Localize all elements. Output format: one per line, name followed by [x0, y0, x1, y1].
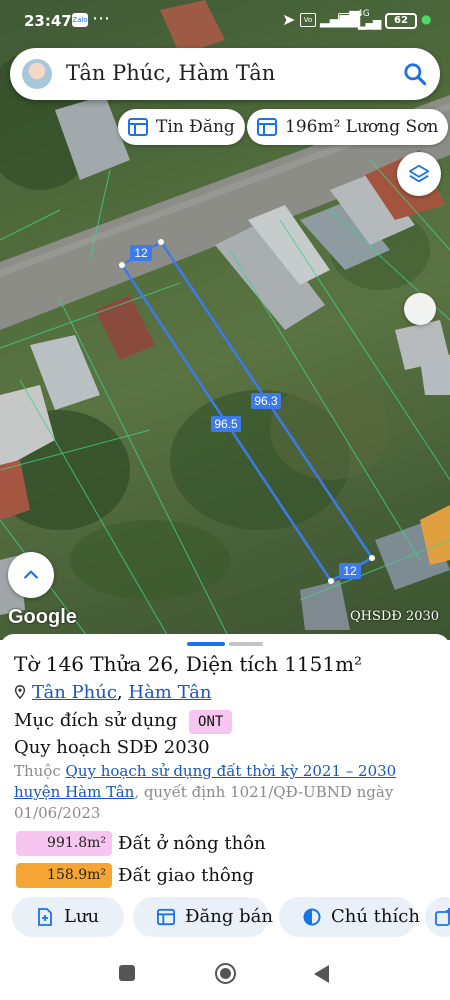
floating-handle-button[interactable]: [404, 293, 436, 325]
sheet-page-indicator[interactable]: [229, 642, 263, 646]
legend-button[interactable]: Chú thích: [279, 897, 420, 937]
location-icon: ➤: [282, 10, 296, 29]
chip-tin-dang[interactable]: Tin Đăng: [118, 109, 245, 145]
commune-link[interactable]: Tân Phúc: [32, 682, 117, 703]
layers-icon: [408, 164, 430, 183]
contrast-icon: [303, 908, 321, 926]
list-icon: [157, 908, 175, 926]
district-link[interactable]: Hàm Tân: [128, 682, 211, 703]
land-use-area: 158.9m²: [16, 863, 112, 888]
parcel-info-sheet: Tờ 146 Thửa 26, Diện tích 1151m² Tân Phú…: [0, 634, 450, 934]
location-row: Tân Phúc, Hàm Tân: [14, 682, 211, 703]
plan-prefix: Thuộc: [14, 762, 66, 780]
save-label: Lưu: [64, 906, 100, 927]
legend-label: Chú thích: [331, 906, 420, 927]
charging-icon: ●: [421, 12, 432, 26]
location-pin-icon: [14, 685, 26, 699]
chip-listing[interactable]: 196m² Lương Sơn: [247, 109, 449, 145]
parcel-title: Tờ 146 Thửa 26, Diện tích 1151m²: [14, 652, 363, 676]
edge-label-left: 96.5: [214, 417, 238, 431]
land-use-row: 991.8m² Đất ở nông thôn: [16, 831, 266, 856]
signal-icon: ▂▄▆: [358, 17, 381, 30]
avatar[interactable]: [22, 59, 52, 89]
edge-label-bottom: 12: [343, 564, 357, 578]
plan-description: Thuộc Quy hoạch sử dụng đất thời kỳ 2021…: [14, 761, 434, 824]
land-use-label: Đất giao thông: [118, 865, 254, 886]
battery-icon: 62: [385, 13, 417, 29]
back-icon[interactable]: [314, 965, 329, 983]
search-bar[interactable]: Tân Phúc, Hàm Tân: [10, 48, 440, 100]
more-icon: ⋯: [92, 8, 110, 29]
search-icon[interactable]: [402, 61, 428, 87]
expand-up-button[interactable]: [8, 552, 54, 598]
system-nav-bar: [0, 948, 450, 1000]
save-button[interactable]: Lưu: [12, 897, 124, 937]
search-input[interactable]: Tân Phúc, Hàm Tân: [66, 61, 275, 85]
bookmark-add-icon: [38, 908, 52, 926]
land-use-label: Đất ở nông thôn: [118, 833, 266, 854]
list-icon: [257, 118, 277, 136]
add-photo-icon: [435, 908, 450, 926]
google-attribution: Google: [8, 606, 77, 628]
list-icon: [128, 118, 148, 136]
layers-button[interactable]: [397, 152, 441, 196]
chip-label: 196m² Lương Sơn: [285, 117, 439, 137]
recents-icon[interactable]: [119, 965, 135, 981]
purpose-badge: ONT: [189, 710, 233, 734]
post-sale-button[interactable]: Đăng bán: [133, 897, 273, 937]
plan-title: Quy hoạch SDĐ 2030: [14, 737, 210, 758]
layer-tag: QHSDĐ 2030: [350, 609, 440, 624]
edge-label-right: 96.3: [254, 394, 278, 408]
purpose-row: Mục đích sử dụng ONT: [14, 710, 233, 734]
chip-label: Tin Đăng: [156, 117, 235, 137]
chevron-up-icon: [24, 570, 38, 579]
land-use-area: 991.8m²: [16, 831, 112, 856]
post-sale-label: Đăng bán: [185, 906, 273, 927]
volte-icon: Vo: [300, 13, 316, 27]
volte-icon: Vo: [338, 13, 354, 27]
location-separator: ,: [116, 682, 129, 703]
zalo-icon: Zalo: [72, 13, 88, 27]
edge-label-top: 12: [134, 246, 148, 260]
sheet-page-indicator-active[interactable]: [187, 642, 225, 646]
status-time: 23:47: [24, 12, 72, 30]
home-icon[interactable]: [215, 963, 236, 984]
land-use-row: 158.9m² Đất giao thông: [16, 863, 254, 888]
status-bar: 23:47 Zalo ⋯ ➤ Vo ▂▄▆█ Vo 4G ▂▄▆ 62 ●: [0, 0, 450, 42]
purpose-label: Mục đích sử dụng: [14, 710, 178, 731]
